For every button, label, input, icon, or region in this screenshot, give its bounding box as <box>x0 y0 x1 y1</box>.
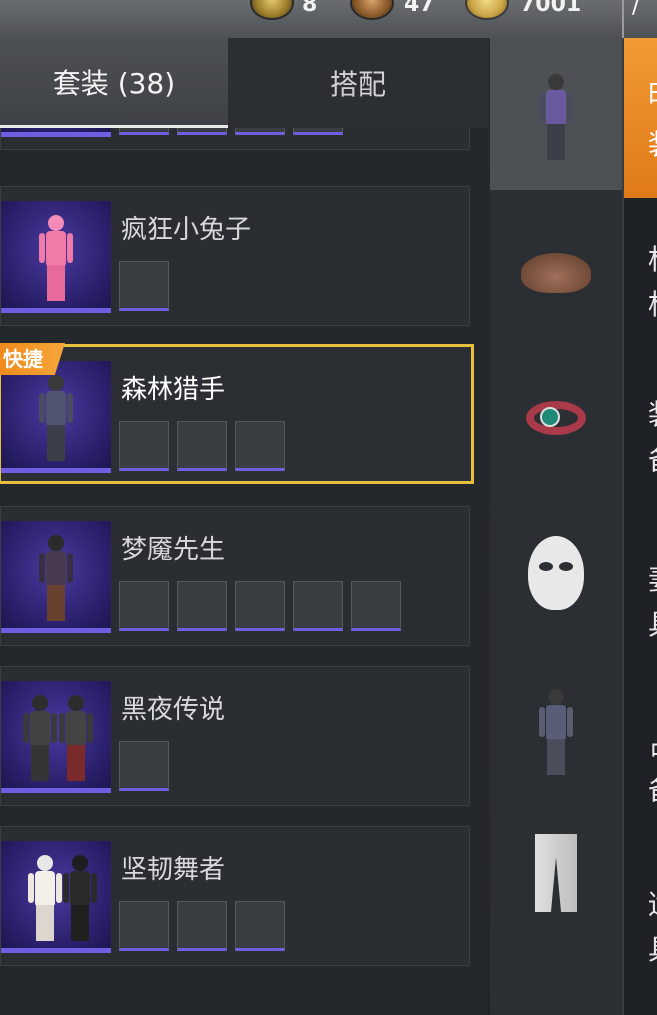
detail-text: 备 <box>648 443 657 477</box>
night-outfit-icon <box>20 689 60 785</box>
uc-icon <box>465 0 509 20</box>
outfit-item[interactable] <box>177 421 227 471</box>
coupon-icon <box>350 0 394 20</box>
coat-item[interactable] <box>177 581 227 631</box>
detail-text: 备 <box>648 773 657 807</box>
item-slot[interactable] <box>119 128 169 135</box>
outfit-icon[interactable] <box>514 683 598 775</box>
detail-text: 时 <box>648 78 657 112</box>
hat-icon[interactable] <box>514 228 598 318</box>
item-slot[interactable] <box>235 128 285 135</box>
equipped-slot-active[interactable] <box>490 38 622 190</box>
nightmare-outfit-icon <box>36 529 76 625</box>
bunny-outfit-item[interactable] <box>119 261 169 311</box>
ring-icon[interactable] <box>514 373 598 463</box>
equipped-column <box>490 38 622 1015</box>
detail-text: 妻 <box>648 563 657 597</box>
suit-card[interactable]: 黑夜传说 <box>0 666 470 806</box>
item-slot[interactable] <box>293 128 343 135</box>
pants-item[interactable] <box>235 581 285 631</box>
suit-thumbnail <box>1 521 111 633</box>
detail-text: 占 <box>648 728 657 762</box>
suit-name: 黑夜传说 <box>121 695 226 725</box>
detail-text: 柞 <box>648 288 657 322</box>
shirt-item[interactable] <box>119 901 169 951</box>
tab-suits[interactable]: 套装 (38) <box>0 38 228 128</box>
uc-amount: 7001 <box>520 0 582 17</box>
hat-item[interactable] <box>119 421 169 471</box>
ring-item[interactable] <box>235 421 285 471</box>
suit-card[interactable] <box>0 128 470 150</box>
coin-icon <box>250 0 294 20</box>
suit-thumbnail <box>1 361 111 473</box>
divider <box>622 0 624 38</box>
suit-name: 疯狂小兔子 <box>121 215 252 245</box>
suit-items <box>119 581 401 631</box>
mask-item[interactable] <box>351 581 401 631</box>
hat-item[interactable] <box>119 581 169 631</box>
suit-name: 森林猎手 <box>121 375 226 405</box>
dancer-outfit-icon <box>25 849 65 945</box>
suit-card[interactable]: 疯狂小兔子 <box>0 186 470 326</box>
suit-items <box>119 261 169 311</box>
suit-items <box>119 128 343 135</box>
shoes-item[interactable] <box>293 581 343 631</box>
suit-items <box>119 741 169 791</box>
tab-combo[interactable]: 搭配 <box>228 38 488 128</box>
coin-amount: 8 <box>302 0 318 17</box>
detail-text: 具 <box>648 933 657 967</box>
suit-list[interactable]: 疯狂小兔子 快捷 森林猎手 梦魇先生 黑夜传说 坚韧舞者 <box>0 128 488 1015</box>
pants-item[interactable] <box>177 901 227 951</box>
suit-thumbnail <box>1 681 111 793</box>
detail-text: 装 <box>648 398 657 432</box>
dancer-outfit-icon <box>60 849 100 945</box>
detail-text: 具 <box>648 608 657 642</box>
quick-badge: 快捷 <box>0 343 65 375</box>
shoes-item[interactable] <box>235 901 285 951</box>
suit-name: 坚韧舞者 <box>121 855 226 885</box>
pants-icon[interactable] <box>514 828 598 918</box>
mask-icon[interactable] <box>514 528 598 618</box>
detail-text: 适 <box>648 888 657 922</box>
item-slot[interactable] <box>177 128 227 135</box>
suit-card[interactable]: 梦魇先生 <box>0 506 470 646</box>
currency-bar: 8 47 7001 / <box>0 0 657 38</box>
bunny-outfit-icon <box>36 209 76 305</box>
suit-items <box>119 901 285 951</box>
suit-thumbnail <box>1 841 111 953</box>
coupon-amount: 47 <box>404 0 435 17</box>
detail-text: 装 <box>648 128 657 162</box>
close-icon[interactable]: / <box>632 0 639 19</box>
detail-panel: 时 装 柞 柞 装 备 妻 具 占 备 适 具 <box>622 38 657 1015</box>
night-outfit-icon <box>56 689 96 785</box>
detail-tab-active[interactable]: 时 装 <box>624 38 657 198</box>
outfit-icon <box>514 68 598 160</box>
suit-thumbnail <box>1 128 111 137</box>
suit-card[interactable]: 坚韧舞者 <box>0 826 470 966</box>
suit-card-selected[interactable]: 快捷 森林猎手 <box>0 343 474 484</box>
suit-items <box>119 421 285 471</box>
tab-suits-label: 套装 (38) <box>52 66 176 100</box>
suit-thumbnail <box>1 201 111 313</box>
suit-name: 梦魇先生 <box>121 535 226 565</box>
tab-combo-label: 搭配 <box>329 68 386 101</box>
detail-text: 柞 <box>648 243 657 277</box>
hunter-outfit-icon <box>36 369 76 465</box>
outfit-item[interactable] <box>119 741 169 791</box>
